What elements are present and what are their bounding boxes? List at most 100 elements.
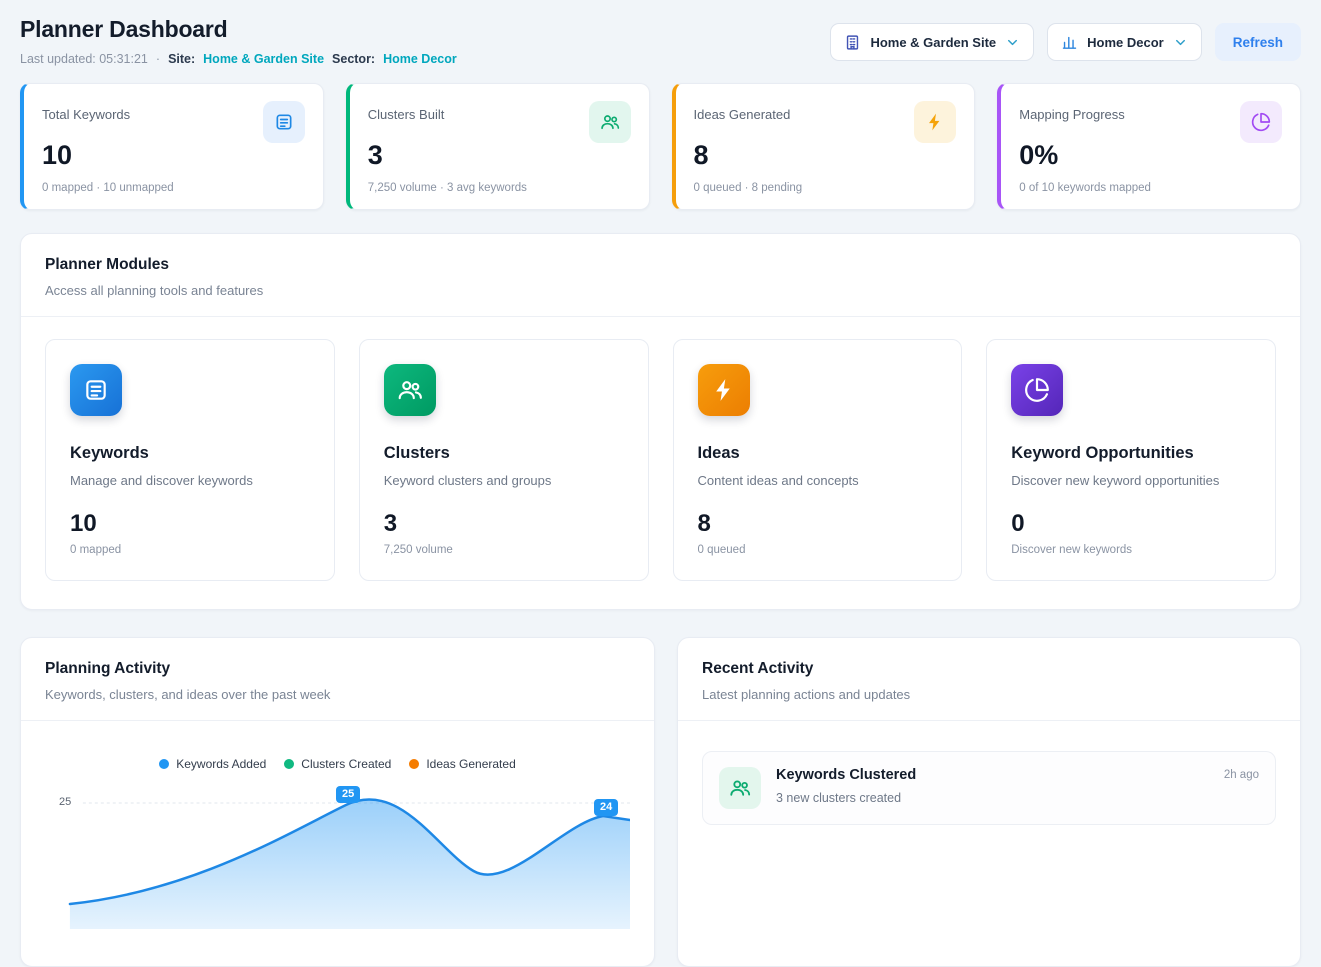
- recent-activity-subtitle: Latest planning actions and updates: [702, 687, 1276, 702]
- module-detail: 0 queued: [698, 544, 938, 556]
- last-updated-text: Last updated: 05:31:21: [20, 52, 148, 66]
- stat-detail: 7,250 volume · 3 avg keywords: [368, 182, 631, 194]
- activity-description: 3 new clusters created: [776, 791, 916, 805]
- site-selector-dropdown[interactable]: Home & Garden Site: [830, 23, 1034, 61]
- stat-cards-row: Total Keywords 10 0 mapped · 10 unmapped…: [20, 83, 1301, 210]
- site-label: Site:: [168, 52, 195, 66]
- sector-link[interactable]: Home Decor: [383, 52, 457, 66]
- module-card-ideas[interactable]: Ideas Content ideas and concepts 8 0 que…: [673, 339, 963, 581]
- chevron-down-icon: [1005, 35, 1020, 50]
- chevron-down-icon: [1173, 35, 1188, 50]
- module-description: Manage and discover keywords: [70, 473, 310, 488]
- document-icon: [263, 101, 305, 143]
- module-title: Clusters: [384, 444, 624, 463]
- stat-card-top: Clusters Built: [368, 101, 631, 143]
- planning-activity-panel: Planning Activity Keywords, clusters, an…: [20, 637, 655, 967]
- site-link[interactable]: Home & Garden Site: [203, 52, 324, 66]
- recent-activity-panel: Recent Activity Latest planning actions …: [677, 637, 1301, 967]
- stat-detail: 0 of 10 keywords mapped: [1019, 182, 1282, 194]
- chart-legend: Keywords Added Clusters Created Ideas Ge…: [21, 757, 654, 771]
- legend-label: Clusters Created: [301, 757, 391, 771]
- stat-card-top: Total Keywords: [42, 101, 305, 143]
- document-icon: [70, 364, 122, 416]
- users-icon: [589, 101, 631, 143]
- pie-chart-icon: [1011, 364, 1063, 416]
- bolt-icon: [914, 101, 956, 143]
- planner-dashboard-page: Planner Dashboard Last updated: 05:31:21…: [0, 0, 1321, 967]
- sector-label: Sector:: [332, 52, 375, 66]
- modules-subtitle: Access all planning tools and features: [45, 283, 1276, 298]
- recent-activity-title: Recent Activity: [702, 660, 1276, 678]
- module-description: Discover new keyword opportunities: [1011, 473, 1251, 488]
- activity-item-body: Keywords Clustered 3 new clusters create…: [776, 767, 916, 805]
- stat-card-top: Mapping Progress: [1019, 101, 1282, 143]
- bottom-row: Planning Activity Keywords, clusters, an…: [20, 637, 1301, 967]
- planner-modules-panel: Planner Modules Access all planning tool…: [20, 233, 1301, 610]
- bolt-icon: [698, 364, 750, 416]
- module-card-clusters[interactable]: Clusters Keyword clusters and groups 3 7…: [359, 339, 649, 581]
- module-title: Keywords: [70, 444, 310, 463]
- stat-card-top: Ideas Generated: [694, 101, 957, 143]
- module-value: 0: [1011, 510, 1251, 538]
- activity-item-keywords-clustered[interactable]: Keywords Clustered 3 new clusters create…: [702, 751, 1276, 825]
- users-icon: [719, 767, 761, 809]
- sector-selector-dropdown[interactable]: Home Decor: [1047, 23, 1202, 61]
- stat-value: 3: [368, 141, 631, 171]
- stat-card-ideas-generated: Ideas Generated 8 0 queued · 8 pending: [672, 83, 976, 210]
- module-card-keyword-opportunities[interactable]: Keyword Opportunities Discover new keywo…: [986, 339, 1276, 581]
- building-icon: [844, 34, 861, 51]
- module-title: Keyword Opportunities: [1011, 444, 1251, 463]
- divider: [21, 720, 654, 721]
- refresh-button[interactable]: Refresh: [1215, 23, 1301, 61]
- stat-label: Mapping Progress: [1019, 101, 1125, 122]
- stat-label: Ideas Generated: [694, 101, 791, 122]
- area-chart: 25 25 24: [45, 779, 630, 929]
- module-detail: 0 mapped: [70, 544, 310, 556]
- modules-title: Planner Modules: [45, 256, 1276, 274]
- panel-header: Planner Modules Access all planning tool…: [21, 234, 1300, 298]
- data-point-label: 24: [594, 799, 618, 816]
- activity-title: Keywords Clustered: [776, 767, 916, 783]
- modules-row: Keywords Manage and discover keywords 10…: [21, 317, 1300, 609]
- stat-label: Total Keywords: [42, 101, 130, 122]
- stat-detail: 0 queued · 8 pending: [694, 182, 957, 194]
- sector-selector-label: Home Decor: [1087, 35, 1164, 50]
- module-title: Ideas: [698, 444, 938, 463]
- module-detail: 7,250 volume: [384, 544, 624, 556]
- module-description: Keyword clusters and groups: [384, 473, 624, 488]
- activity-list: Keywords Clustered 3 new clusters create…: [678, 721, 1300, 849]
- site-selector-label: Home & Garden Site: [870, 35, 996, 50]
- header-left: Planner Dashboard Last updated: 05:31:21…: [20, 16, 457, 66]
- meta-separator: ·: [156, 52, 160, 66]
- module-detail: Discover new keywords: [1011, 544, 1251, 556]
- page-title: Planner Dashboard: [20, 16, 457, 43]
- stat-card-clusters-built: Clusters Built 3 7,250 volume · 3 avg ke…: [346, 83, 650, 210]
- bar-chart-icon: [1061, 34, 1078, 51]
- users-icon: [384, 364, 436, 416]
- legend-item-clusters-created: Clusters Created: [284, 757, 391, 771]
- stat-value: 0%: [1019, 141, 1282, 171]
- module-value: 10: [70, 510, 310, 538]
- stat-card-mapping-progress: Mapping Progress 0% 0 of 10 keywords map…: [997, 83, 1301, 210]
- page-header: Planner Dashboard Last updated: 05:31:21…: [20, 16, 1301, 66]
- stat-value: 8: [694, 141, 957, 171]
- activity-timestamp: 2h ago: [1224, 767, 1259, 781]
- legend-label: Keywords Added: [176, 757, 266, 771]
- legend-dot-green: [284, 759, 294, 769]
- module-card-keywords[interactable]: Keywords Manage and discover keywords 10…: [45, 339, 335, 581]
- stat-label: Clusters Built: [368, 101, 445, 122]
- planning-activity-title: Planning Activity: [45, 660, 630, 678]
- module-value: 3: [384, 510, 624, 538]
- legend-item-keywords-added: Keywords Added: [159, 757, 266, 771]
- module-description: Content ideas and concepts: [698, 473, 938, 488]
- stat-detail: 0 mapped · 10 unmapped: [42, 182, 305, 194]
- stat-card-total-keywords: Total Keywords 10 0 mapped · 10 unmapped: [20, 83, 324, 210]
- planning-activity-subtitle: Keywords, clusters, and ideas over the p…: [45, 687, 630, 702]
- legend-label: Ideas Generated: [426, 757, 515, 771]
- pie-chart-icon: [1240, 101, 1282, 143]
- y-axis-tick: 25: [59, 796, 71, 808]
- legend-dot-orange: [409, 759, 419, 769]
- legend-dot-blue: [159, 759, 169, 769]
- header-actions: Home & Garden Site Home Decor Refresh: [830, 23, 1301, 61]
- stat-value: 10: [42, 141, 305, 171]
